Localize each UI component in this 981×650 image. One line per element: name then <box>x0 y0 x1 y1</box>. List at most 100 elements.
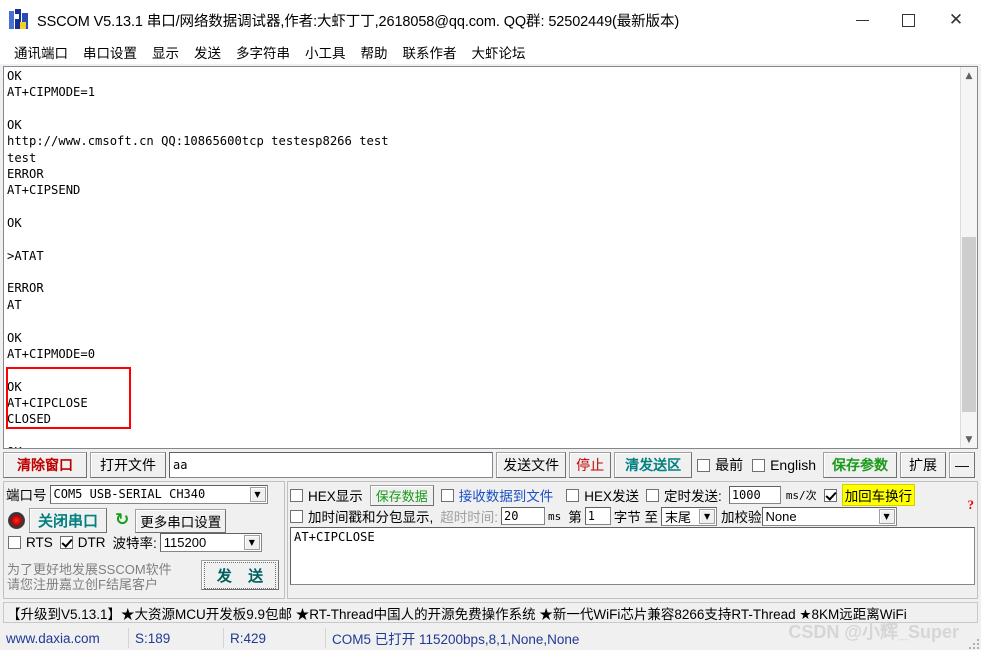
crlf-label: 加回车换行 <box>841 484 916 506</box>
checkbox-box-icon[interactable] <box>290 509 303 523</box>
status-received-count: R:429 <box>223 628 325 648</box>
byte-from-input[interactable]: 1 <box>584 507 611 525</box>
checkbox-box-icon[interactable] <box>440 488 454 502</box>
checkbox-box-icon[interactable] <box>59 535 73 549</box>
checkbox-box-icon[interactable] <box>8 535 21 549</box>
hex-display-label: HEX显示 <box>308 489 363 504</box>
scroll-up-arrow-icon[interactable]: ▲ <box>961 67 977 84</box>
chevron-down-icon[interactable]: ▼ <box>249 486 266 502</box>
chevron-down-icon[interactable]: ▼ <box>699 508 716 524</box>
baud-rate-value: 115200 <box>163 534 207 550</box>
port-status-led-icon <box>8 512 25 529</box>
flow-control-row: RTS DTR 波特率: 115200 ▼ <box>8 532 262 552</box>
timeout-input[interactable]: 20 <box>501 507 546 525</box>
window-title: SSCOM V5.13.1 串口/网络数据调试器,作者:大虾丁丁,2618058… <box>37 13 680 30</box>
topmost-label: 最前 <box>715 457 744 473</box>
save-params-button[interactable]: 保存参数 <box>823 452 897 478</box>
close-button[interactable]: ✕ <box>931 0 981 40</box>
menu-item-forum[interactable]: 大虾论坛 <box>465 40 534 64</box>
checkbox-box-icon[interactable] <box>566 488 580 502</box>
checksum-select[interactable]: None ▼ <box>761 506 897 526</box>
timeout-unit-label: ms <box>548 509 562 523</box>
minimize-button[interactable] <box>839 0 885 40</box>
maximize-button[interactable] <box>885 0 931 40</box>
dtr-label: DTR <box>77 534 106 550</box>
timed-send-unit-label: ms/次 <box>785 489 817 502</box>
chevron-down-icon[interactable]: ▼ <box>878 508 895 524</box>
checkbox-box-icon[interactable] <box>752 458 766 472</box>
hex-send-checkbox[interactable]: HEX发送 <box>566 485 639 505</box>
send-file-button[interactable]: 发送文件 <box>496 452 567 478</box>
checksum-label: 加校验 <box>721 510 762 525</box>
menu-item-contact-author[interactable]: 联系作者 <box>396 40 465 64</box>
menu-item-multi-string[interactable]: 多字符串 <box>229 40 298 64</box>
hint-text: 为了更好地发展SSCOM软件 请您注册嘉立创F结尾客户 <box>7 562 172 592</box>
topmost-checkbox[interactable]: 最前 <box>695 452 747 478</box>
file-path-input[interactable]: aa <box>169 452 494 478</box>
dtr-checkbox[interactable]: DTR <box>59 534 106 550</box>
status-website[interactable]: www.daxia.com <box>0 628 128 648</box>
collapse-button[interactable]: — <box>949 452 975 478</box>
send-text-area[interactable]: AT+CIPCLOSE <box>290 527 975 585</box>
open-file-button[interactable]: 打开文件 <box>90 452 166 478</box>
registration-hint: 为了更好地发展SSCOM软件 请您注册嘉立创F结尾客户 发 送 <box>5 555 283 598</box>
menu-item-serial-settings[interactable]: 串口设置 <box>76 40 145 64</box>
checkbox-box-icon[interactable] <box>646 488 660 502</box>
menu-item-help[interactable]: 帮助 <box>354 40 396 64</box>
recv-to-file-checkbox[interactable]: 接收数据到文件 <box>440 485 554 505</box>
port-label: 端口号 <box>6 488 47 503</box>
menu-item-send[interactable]: 发送 <box>187 40 229 64</box>
timestamp-checkbox[interactable]: 加时间戳和分包显示, <box>290 506 433 526</box>
close-port-button[interactable]: 关闭串口 <box>29 508 108 533</box>
send-button-label: 发 送 <box>203 561 277 589</box>
terminal-vertical-scrollbar[interactable]: ▲ ▼ <box>960 67 977 448</box>
scroll-down-arrow-icon[interactable]: ▼ <box>961 431 977 448</box>
expand-button[interactable]: 扩展 <box>900 452 946 478</box>
port-select[interactable]: COM5 USB-SERIAL CH340 ▼ <box>49 484 268 504</box>
english-checkbox[interactable]: English <box>750 452 820 478</box>
byte-to-value: 末尾 <box>665 509 692 525</box>
status-bar: www.daxia.com S:189 R:429 COM5 已打开 11520… <box>0 626 981 650</box>
options-row-2: 加时间戳和分包显示, 超时时间: 20 ms 第 1 字节 至 末尾 ▼ 加校验… <box>290 506 897 526</box>
menu-item-tools[interactable]: 小工具 <box>298 40 354 64</box>
scrollbar-thumb[interactable] <box>962 237 976 412</box>
recv-to-file-label: 接收数据到文件 <box>458 489 554 504</box>
checkbox-box-icon[interactable] <box>697 458 711 472</box>
clear-window-button[interactable]: 清除窗口 <box>3 452 87 478</box>
terminal-output-panel[interactable]: OK AT+CIPMODE=1 OK http://www.cmsoft.cn … <box>3 66 978 449</box>
crlf-checkbox[interactable]: 加回车换行 <box>823 484 916 506</box>
hint-line-2: 请您注册嘉立创F结尾客户 <box>7 576 158 592</box>
send-button[interactable]: 发 送 <box>201 560 279 590</box>
chevron-down-icon[interactable]: ▼ <box>243 534 260 550</box>
english-label: English <box>770 457 816 473</box>
baud-rate-select[interactable]: 115200 ▼ <box>159 532 262 552</box>
port-controls-row: 关闭串口 ↻ 更多串口设置 <box>8 508 227 533</box>
timestamp-label: 加时间戳和分包显示, <box>308 510 434 525</box>
checkbox-box-icon[interactable] <box>290 488 303 502</box>
terminal-text: OK AT+CIPMODE=1 OK http://www.cmsoft.cn … <box>7 69 389 448</box>
timed-send-checkbox[interactable]: 定时发送: <box>646 485 722 505</box>
menu-item-comm-port[interactable]: 通讯端口 <box>7 40 76 64</box>
hex-display-checkbox[interactable]: HEX显示 <box>290 485 363 505</box>
save-data-button[interactable]: 保存数据 <box>369 484 434 506</box>
byte-to-select[interactable]: 末尾 ▼ <box>661 506 718 526</box>
more-serial-settings-button[interactable]: 更多串口设置 <box>135 508 227 533</box>
sscom-app-icon <box>8 9 30 31</box>
help-question-icon[interactable]: ? <box>968 497 975 513</box>
baud-rate-label: 波特率: <box>112 536 157 551</box>
port-select-value: COM5 USB-SERIAL CH340 <box>53 487 206 501</box>
checkbox-box-icon[interactable] <box>823 488 837 502</box>
stop-button[interactable]: 停止 <box>569 452 612 478</box>
rts-checkbox[interactable]: RTS <box>8 535 53 550</box>
resize-grip-icon[interactable] <box>965 635 979 649</box>
title-bar: SSCOM V5.13.1 串口/网络数据调试器,作者:大虾丁丁,2618058… <box>0 0 981 40</box>
refresh-ports-icon[interactable]: ↻ <box>115 512 129 529</box>
timed-send-interval-input[interactable]: 1000 <box>728 486 781 504</box>
menu-item-display[interactable]: 显示 <box>145 40 187 64</box>
rts-label: RTS <box>26 534 53 550</box>
clear-send-area-button[interactable]: 清发送区 <box>614 452 693 478</box>
action-toolbar: 清除窗口 打开文件 aa 发送文件 停止 清发送区 最前 English 保存参… <box>3 452 978 478</box>
promo-banner[interactable]: 【升级到V5.13.1】★大资源MCU开发板9.9包邮 ★RT-Thread中国… <box>3 602 978 623</box>
port-row: 端口号 COM5 USB-SERIAL CH340 ▼ <box>6 484 268 504</box>
hex-send-label: HEX发送 <box>584 489 640 504</box>
